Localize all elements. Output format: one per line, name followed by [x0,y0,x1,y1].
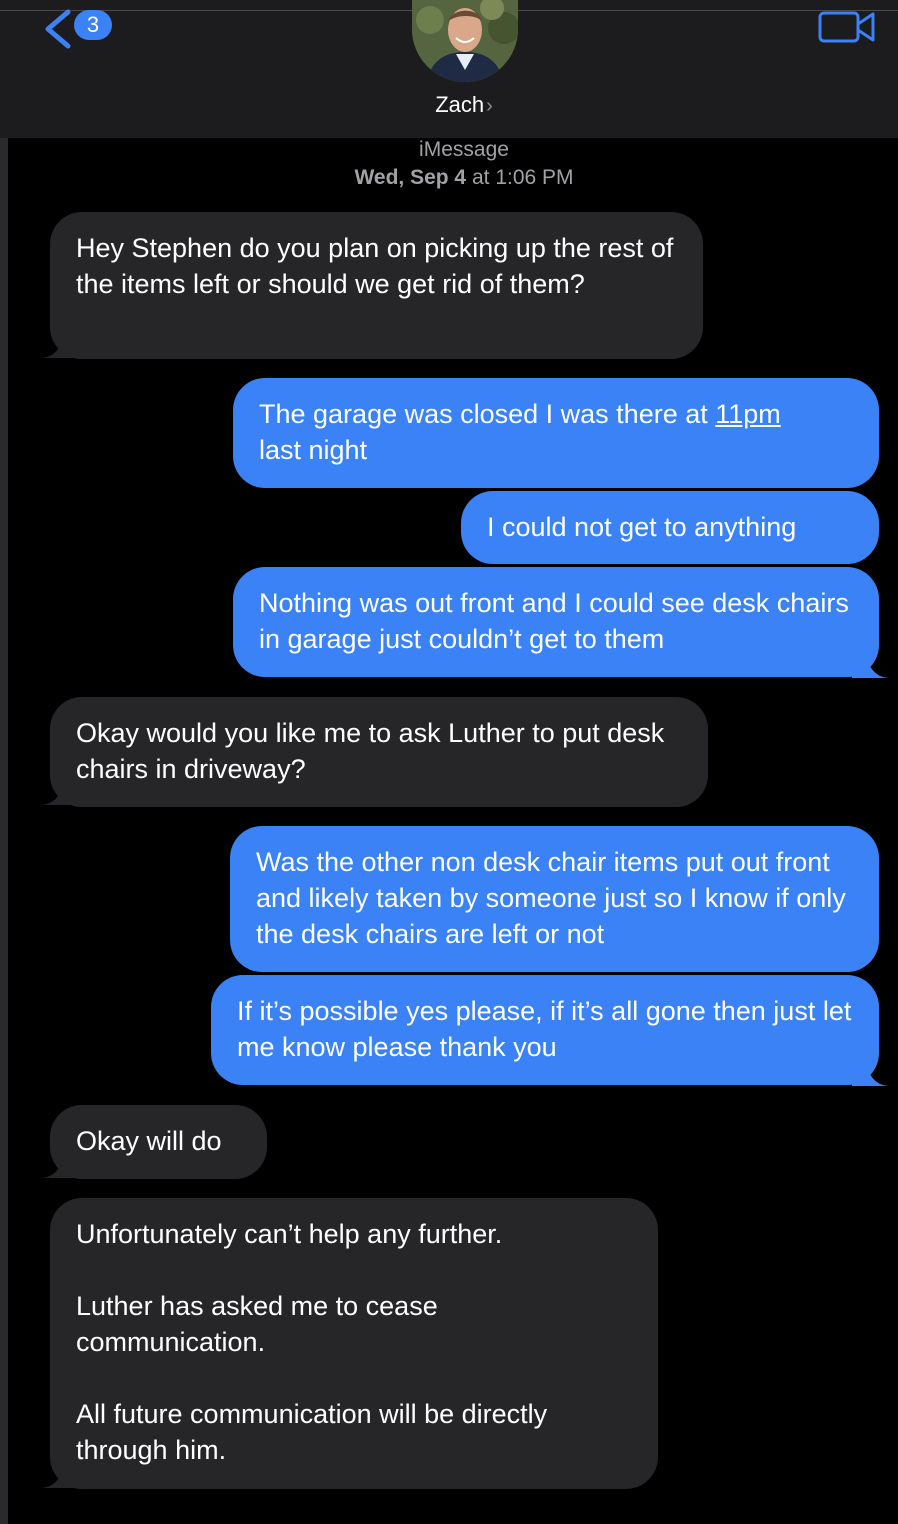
video-camera-icon[interactable] [818,8,876,44]
message-text: The garage was closed I was there at [259,399,716,429]
conversation-header: 3 Zach › [0,0,898,138]
time-link[interactable]: 11pm [715,399,781,429]
timestamp: Wed, Sep 4 at 1:06 PM [0,166,898,190]
message-bubble-incoming[interactable]: Okay would you like me to ask Luther to … [50,697,708,807]
message-bubble-incoming[interactable]: Unfortunately can’t help any further. Lu… [50,1198,658,1489]
message-bubble-outgoing[interactable]: Was the other non desk chair items put o… [230,826,879,972]
message-bubble-outgoing[interactable]: If it’s possible yes please, if it’s all… [211,975,879,1085]
service-label: iMessage [419,138,509,161]
message-bubble-incoming[interactable]: Hey Stephen do you plan on picking up th… [50,212,703,359]
back-chevron-icon[interactable] [40,8,74,50]
contact-name[interactable]: Zach › [0,92,898,118]
unread-count-badge[interactable]: 3 [74,10,112,40]
message-bubble-outgoing[interactable]: I could not get to anything [461,491,879,564]
message-text: last night [259,435,368,465]
left-edge [0,0,8,1524]
message-bubble-outgoing[interactable]: The garage was closed I was there at 11p… [233,378,879,488]
message-bubble-outgoing[interactable]: Nothing was out front and I could see de… [233,567,879,677]
avatar[interactable] [412,0,518,82]
message-bubble-incoming[interactable]: Okay will do [50,1105,267,1179]
contact-name-label: Zach [435,92,485,117]
chevron-right-icon: › [486,95,493,117]
timestamp-day: Wed, Sep 4 [354,166,467,189]
timestamp-time: at 1:06 PM [471,166,574,189]
